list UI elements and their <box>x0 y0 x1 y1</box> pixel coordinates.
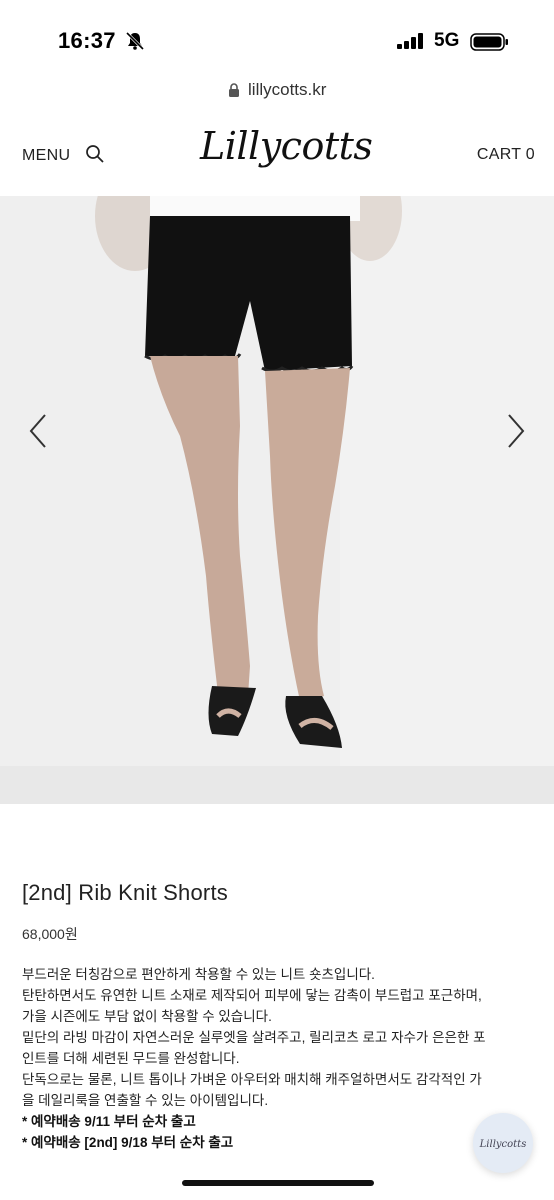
chevron-right-icon[interactable] <box>499 411 529 451</box>
status-time: 16:37 <box>58 28 116 53</box>
description-line: 가을 시즌에도 부담 없이 착용할 수 있습니다. <box>22 1009 272 1024</box>
description-line: 부드러운 터칭감으로 편안하게 착용할 수 있는 니트 숏츠입니다. <box>22 967 375 982</box>
shipping-notice: * 예약배송 [2nd] 9/18 부터 순차 출고 <box>22 1135 234 1150</box>
cart-button[interactable]: CART 0 <box>477 146 535 164</box>
floating-logo-button[interactable]: Lillycotts <box>473 1113 533 1173</box>
home-indicator <box>182 1180 374 1186</box>
product-info: [2nd] Rib Knit Shorts 68,000원 부드러운 터칭감으로… <box>22 880 542 1153</box>
battery-icon <box>470 33 508 51</box>
mute-bell-icon <box>125 31 145 51</box>
badge-logo-text: Lillycotts <box>479 1139 527 1150</box>
site-header: MENU Lillycotts CART 0 <box>0 110 554 196</box>
product-title: [2nd] Rib Knit Shorts <box>22 880 228 905</box>
product-image-carousel[interactable] <box>0 196 554 804</box>
url-bar[interactable]: lillycotts.kr <box>0 80 554 110</box>
product-photo <box>0 196 554 804</box>
chevron-left-icon[interactable] <box>25 411 55 451</box>
signal-icon <box>397 33 423 49</box>
search-icon[interactable] <box>85 144 105 164</box>
shipping-notice: * 예약배송 9/11 부터 순차 출고 <box>22 1114 196 1129</box>
description-line: 을 데일리룩을 연출할 수 있는 아이템입니다. <box>22 1093 269 1108</box>
network-label: 5G <box>434 30 460 51</box>
description-line: 인트를 더해 세련된 무드를 완성합니다. <box>22 1051 240 1066</box>
description-line: 탄탄하면서도 유연한 니트 소재로 제작되어 피부에 닿는 감촉이 부드럽고 포… <box>22 988 482 1003</box>
status-bar: 16:37 5G <box>0 0 554 80</box>
product-description: 부드러운 터칭감으로 편안하게 착용할 수 있는 니트 숏츠입니다. 탄탄하면서… <box>22 964 542 1153</box>
site-logo[interactable]: Lillycotts <box>200 124 373 168</box>
lock-icon <box>228 82 239 97</box>
product-price: 68,000원 <box>22 926 78 942</box>
description-line: 밑단의 라빙 마감이 자연스러운 실루엣을 살려주고, 릴리코츠 로고 자수가 … <box>22 1030 486 1045</box>
url-text: lillycotts.kr <box>248 80 327 99</box>
menu-button[interactable]: MENU <box>22 147 70 165</box>
description-line: 단독으로는 물론, 니트 톱이나 가벼운 아우터와 매치해 캐주얼하면서도 감각… <box>22 1072 482 1087</box>
